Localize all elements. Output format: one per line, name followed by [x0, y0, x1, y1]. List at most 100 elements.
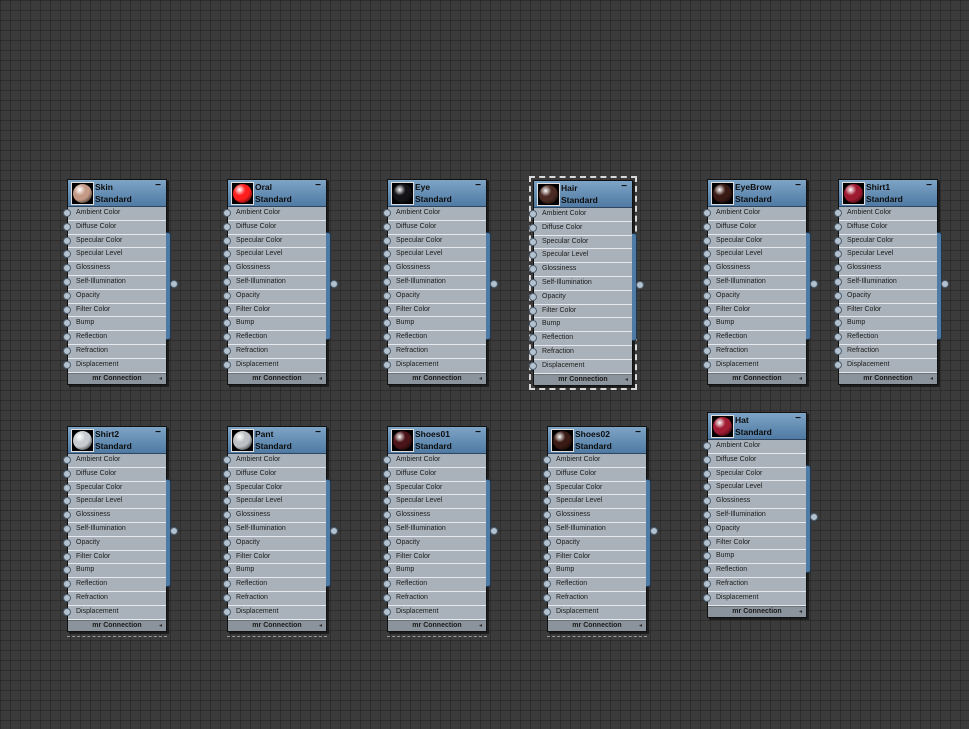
collapse-button[interactable]: −	[635, 428, 641, 438]
input-socket-icon[interactable]	[383, 277, 391, 286]
input-slot-filter-color[interactable]: Filter Color	[703, 304, 806, 318]
input-slot-displacement[interactable]: Displacement	[223, 606, 326, 620]
input-slot-reflection[interactable]: Reflection	[223, 578, 326, 592]
input-slot-specular-level[interactable]: Specular Level	[529, 249, 632, 264]
input-socket-icon[interactable]	[383, 264, 391, 273]
input-slot-opacity[interactable]: Opacity	[703, 523, 806, 537]
input-slot-glossiness[interactable]: Glossiness	[63, 262, 166, 276]
input-socket-icon[interactable]	[63, 497, 71, 506]
input-slot-bump[interactable]: Bump	[63, 564, 166, 579]
input-slot-opacity[interactable]: Opacity	[383, 290, 486, 304]
input-socket-icon[interactable]	[63, 552, 71, 561]
output-socket-icon[interactable]	[490, 280, 498, 288]
input-socket-icon[interactable]	[383, 236, 391, 245]
node-header[interactable]: Hair Standard −	[534, 181, 632, 208]
input-socket-icon[interactable]	[383, 524, 391, 533]
input-socket-icon[interactable]	[63, 277, 71, 286]
input-socket-icon[interactable]	[383, 497, 391, 506]
input-socket-icon[interactable]	[543, 497, 551, 506]
expand-arrow-icon[interactable]: ◂	[799, 607, 802, 617]
material-node-shoes01[interactable]: Shoes01 Standard − Ambient Color Diffuse Col…	[383, 426, 498, 637]
input-slot-diffuse-color[interactable]: Diffuse Color	[834, 221, 937, 235]
input-slot-self-illumination[interactable]: Self-Illumination	[834, 276, 937, 290]
input-slot-bump[interactable]: Bump	[834, 317, 937, 332]
expand-arrow-icon[interactable]: ◂	[159, 374, 162, 384]
input-socket-icon[interactable]	[223, 250, 231, 259]
collapse-button[interactable]: −	[315, 428, 321, 438]
material-node-skin[interactable]: Skin Standard − Ambient Color Diffuse Color S…	[63, 179, 178, 385]
input-socket-icon[interactable]	[223, 333, 231, 342]
input-socket-icon[interactable]	[63, 580, 71, 589]
input-socket-icon[interactable]	[223, 566, 231, 575]
collapse-button[interactable]: −	[795, 181, 801, 191]
input-socket-icon[interactable]	[703, 264, 711, 273]
input-socket-icon[interactable]	[223, 580, 231, 589]
output-socket-icon[interactable]	[941, 280, 949, 288]
input-slot-filter-color[interactable]: Filter Color	[383, 304, 486, 318]
input-slot-glossiness[interactable]: Glossiness	[223, 509, 326, 523]
input-slot-specular-color[interactable]: Specular Color	[63, 235, 166, 249]
input-slot-specular-level[interactable]: Specular Level	[63, 495, 166, 510]
input-socket-icon[interactable]	[529, 306, 537, 315]
input-slot-diffuse-color[interactable]: Diffuse Color	[223, 221, 326, 235]
input-socket-icon[interactable]	[383, 250, 391, 259]
node-header[interactable]: Skin Standard −	[68, 180, 166, 207]
input-socket-icon[interactable]	[703, 552, 711, 561]
input-socket-icon[interactable]	[383, 209, 391, 217]
input-slot-ambient-color[interactable]: Ambient Color	[63, 454, 166, 468]
material-node-pant[interactable]: Pant Standard − Ambient Color Diffuse Color S…	[223, 426, 338, 637]
node-header[interactable]: Shoes01 Standard −	[388, 427, 486, 454]
collapse-button[interactable]: −	[621, 182, 627, 192]
input-socket-icon[interactable]	[529, 278, 537, 287]
input-socket-icon[interactable]	[63, 469, 71, 478]
input-socket-icon[interactable]	[529, 210, 537, 218]
collapse-button[interactable]: −	[475, 181, 481, 191]
input-socket-icon[interactable]	[834, 222, 842, 231]
input-socket-icon[interactable]	[63, 291, 71, 300]
input-slot-self-illumination[interactable]: Self-Illumination	[223, 523, 326, 537]
input-slot-ambient-color[interactable]: Ambient Color	[63, 207, 166, 221]
input-socket-icon[interactable]	[223, 291, 231, 300]
input-slot-ambient-color[interactable]: Ambient Color	[529, 208, 632, 222]
input-socket-icon[interactable]	[383, 580, 391, 589]
input-socket-icon[interactable]	[383, 291, 391, 300]
expand-arrow-icon[interactable]: ◂	[639, 621, 642, 631]
input-socket-icon[interactable]	[223, 497, 231, 506]
input-socket-icon[interactable]	[223, 483, 231, 492]
input-socket-icon[interactable]	[63, 483, 71, 492]
input-slot-filter-color[interactable]: Filter Color	[703, 537, 806, 551]
material-node-eye[interactable]: Eye Standard − Ambient Color Diffuse Color Sp…	[383, 179, 498, 385]
input-slot-opacity[interactable]: Opacity	[383, 537, 486, 551]
input-slot-self-illumination[interactable]: Self-Illumination	[63, 523, 166, 537]
input-socket-icon[interactable]	[703, 469, 711, 478]
input-socket-icon[interactable]	[383, 483, 391, 492]
input-socket-icon[interactable]	[703, 305, 711, 314]
input-slot-bump[interactable]: Bump	[543, 564, 646, 579]
input-slot-self-illumination[interactable]: Self-Illumination	[223, 276, 326, 290]
input-socket-icon[interactable]	[703, 209, 711, 217]
input-socket-icon[interactable]	[834, 264, 842, 273]
input-socket-icon[interactable]	[834, 346, 842, 355]
input-socket-icon[interactable]	[703, 250, 711, 259]
input-slot-specular-level[interactable]: Specular Level	[703, 481, 806, 496]
input-slot-specular-color[interactable]: Specular Color	[529, 236, 632, 250]
input-socket-icon[interactable]	[703, 277, 711, 286]
input-socket-icon[interactable]	[703, 319, 711, 328]
input-socket-icon[interactable]	[63, 456, 71, 464]
material-node-hair[interactable]: Hair Standard − Ambient Color Diffuse Color S…	[529, 176, 644, 390]
input-slot-self-illumination[interactable]: Self-Illumination	[703, 509, 806, 523]
input-socket-icon[interactable]	[543, 593, 551, 602]
input-slot-opacity[interactable]: Opacity	[703, 290, 806, 304]
input-slot-specular-level[interactable]: Specular Level	[223, 248, 326, 263]
input-socket-icon[interactable]	[63, 593, 71, 602]
input-socket-icon[interactable]	[529, 237, 537, 246]
input-slot-ambient-color[interactable]: Ambient Color	[703, 440, 806, 454]
input-socket-icon[interactable]	[703, 593, 711, 602]
input-slot-bump[interactable]: Bump	[223, 564, 326, 579]
input-slot-ambient-color[interactable]: Ambient Color	[703, 207, 806, 221]
input-slot-glossiness[interactable]: Glossiness	[383, 509, 486, 523]
input-slot-displacement[interactable]: Displacement	[703, 592, 806, 606]
input-socket-icon[interactable]	[703, 497, 711, 506]
input-socket-icon[interactable]	[223, 305, 231, 314]
expand-arrow-icon[interactable]: ◂	[625, 375, 628, 385]
